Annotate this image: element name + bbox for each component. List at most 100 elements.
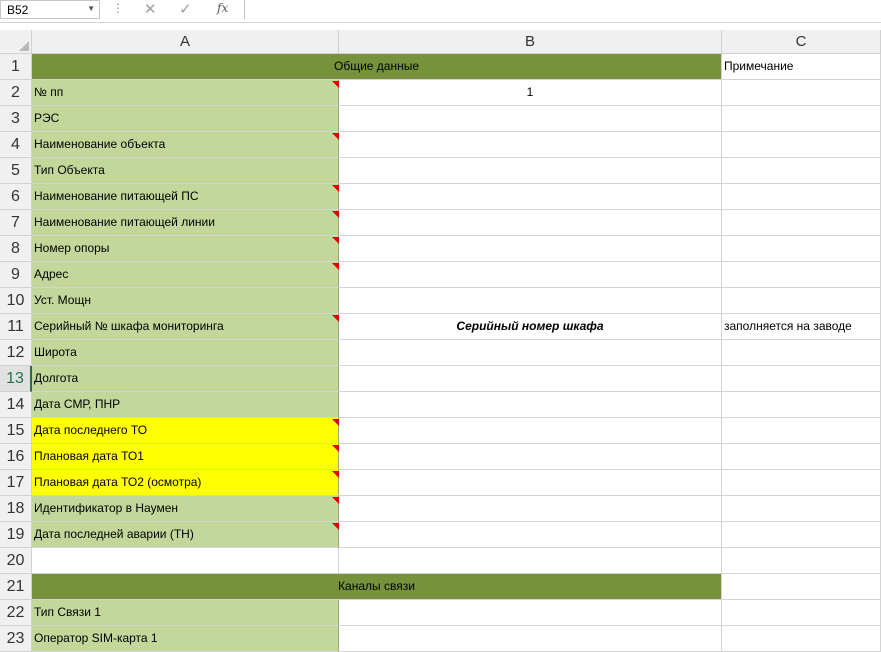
cell-b20[interactable] bbox=[339, 548, 722, 574]
cell-a23[interactable]: Оператор SIM-карта 1 bbox=[32, 626, 339, 652]
cell-c4[interactable] bbox=[722, 132, 881, 158]
row-header-15[interactable]: 15 bbox=[0, 418, 32, 444]
cell-c23[interactable] bbox=[722, 626, 881, 652]
row-header-7[interactable]: 7 bbox=[0, 210, 32, 236]
row-header-8[interactable]: 8 bbox=[0, 236, 32, 262]
cell-c8[interactable] bbox=[722, 236, 881, 262]
cell-c11[interactable]: заполняется на заводе bbox=[722, 314, 881, 340]
name-box[interactable]: B52 ▼ bbox=[0, 0, 100, 19]
cell-b12[interactable] bbox=[339, 340, 722, 366]
cell-b5[interactable] bbox=[339, 158, 722, 184]
cell-a8[interactable]: Номер опоры bbox=[32, 236, 339, 262]
cell-a18[interactable]: Идентификатор в Наумен bbox=[32, 496, 339, 522]
name-box-dropdown-icon[interactable]: ▼ bbox=[87, 4, 95, 13]
cell-c17[interactable] bbox=[722, 470, 881, 496]
cell-b17[interactable] bbox=[339, 470, 722, 496]
cell-c1[interactable]: Примечание bbox=[722, 54, 881, 80]
cell-b22[interactable] bbox=[339, 600, 722, 626]
row-header-3[interactable]: 3 bbox=[0, 106, 32, 132]
cell-c15[interactable] bbox=[722, 418, 881, 444]
merged-section-header[interactable]: Общие данные bbox=[32, 54, 722, 80]
row-header-11[interactable]: 11 bbox=[0, 314, 32, 340]
row-header-18[interactable]: 18 bbox=[0, 496, 32, 522]
column-header-a[interactable]: A bbox=[32, 30, 339, 54]
cell-b14[interactable] bbox=[339, 392, 722, 418]
row-header-14[interactable]: 14 bbox=[0, 392, 32, 418]
row-header-12[interactable]: 12 bbox=[0, 340, 32, 366]
select-all-corner[interactable] bbox=[0, 30, 32, 54]
cell-a15[interactable]: Дата последнего ТО bbox=[32, 418, 339, 444]
cell-c10[interactable] bbox=[722, 288, 881, 314]
cancel-icon[interactable]: ✕ bbox=[144, 0, 157, 18]
cell-b7[interactable] bbox=[339, 210, 722, 236]
cell-c6[interactable] bbox=[722, 184, 881, 210]
cell-c14[interactable] bbox=[722, 392, 881, 418]
cell-a5[interactable]: Тип Объекта bbox=[32, 158, 339, 184]
cell-b3[interactable] bbox=[339, 106, 722, 132]
cell-a6[interactable]: Наименование питающей ПС bbox=[32, 184, 339, 210]
cell-b18[interactable] bbox=[339, 496, 722, 522]
cell-a20[interactable] bbox=[32, 548, 339, 574]
cell-b8[interactable] bbox=[339, 236, 722, 262]
cell-b9[interactable] bbox=[339, 262, 722, 288]
cell-b2[interactable]: 1 bbox=[339, 80, 722, 106]
insert-function-button[interactable]: fx bbox=[217, 1, 228, 15]
cell-a17[interactable]: Плановая дата ТО2 (осмотра) bbox=[32, 470, 339, 496]
cell-a4[interactable]: Наименование объекта bbox=[32, 132, 339, 158]
cell-a10[interactable]: Уст. Мощн bbox=[32, 288, 339, 314]
row-header-1[interactable]: 1 bbox=[0, 54, 32, 80]
cell-b13[interactable] bbox=[339, 366, 722, 392]
cell-c16[interactable] bbox=[722, 444, 881, 470]
merged-section-header[interactable]: Каналы связи bbox=[32, 574, 722, 600]
cell-c2[interactable] bbox=[722, 80, 881, 106]
cell-c13[interactable] bbox=[722, 366, 881, 392]
row-header-4[interactable]: 4 bbox=[0, 132, 32, 158]
cell-a7[interactable]: Наименование питающей линии bbox=[32, 210, 339, 236]
cell-a22[interactable]: Тип Связи 1 bbox=[32, 600, 339, 626]
cell-a3[interactable]: РЭС bbox=[32, 106, 339, 132]
formula-input[interactable] bbox=[244, 0, 881, 19]
cell-b15[interactable] bbox=[339, 418, 722, 444]
cell-a12[interactable]: Широта bbox=[32, 340, 339, 366]
cell-a13[interactable]: Долгота bbox=[32, 366, 339, 392]
row-header-19[interactable]: 19 bbox=[0, 522, 32, 548]
cell-b4[interactable] bbox=[339, 132, 722, 158]
row-header-17[interactable]: 17 bbox=[0, 470, 32, 496]
cell-a14[interactable]: Дата СМР, ПНР bbox=[32, 392, 339, 418]
cell-b23[interactable] bbox=[339, 626, 722, 652]
row-header-20[interactable]: 20 bbox=[0, 548, 32, 574]
row-header-5[interactable]: 5 bbox=[0, 158, 32, 184]
column-header-b[interactable]: B bbox=[339, 30, 722, 54]
cell-c12[interactable] bbox=[722, 340, 881, 366]
enter-check-icon[interactable]: ✓ bbox=[179, 0, 192, 18]
cell-a2[interactable]: № пп bbox=[32, 80, 339, 106]
cell-c5[interactable] bbox=[722, 158, 881, 184]
row-header-6[interactable]: 6 bbox=[0, 184, 32, 210]
cell-a9[interactable]: Адрес bbox=[32, 262, 339, 288]
row-header-23[interactable]: 23 bbox=[0, 626, 32, 652]
cell-b6[interactable] bbox=[339, 184, 722, 210]
cell-b11[interactable]: Серийный номер шкафа bbox=[339, 314, 722, 340]
row-header-2[interactable]: 2 bbox=[0, 80, 32, 106]
column-header-c[interactable]: C bbox=[722, 30, 881, 54]
cell-c19[interactable] bbox=[722, 522, 881, 548]
row-header-10[interactable]: 10 bbox=[0, 288, 32, 314]
cell-a16[interactable]: Плановая дата ТО1 bbox=[32, 444, 339, 470]
row-header-22[interactable]: 22 bbox=[0, 600, 32, 626]
cell-b10[interactable] bbox=[339, 288, 722, 314]
row-header-21[interactable]: 21 bbox=[0, 574, 32, 600]
cell-c22[interactable] bbox=[722, 600, 881, 626]
cell-b16[interactable] bbox=[339, 444, 722, 470]
cell-c3[interactable] bbox=[722, 106, 881, 132]
cell-b19[interactable] bbox=[339, 522, 722, 548]
row-header-9[interactable]: 9 bbox=[0, 262, 32, 288]
cell-c21[interactable] bbox=[722, 574, 881, 600]
cell-c7[interactable] bbox=[722, 210, 881, 236]
cell-a11[interactable]: Серийный № шкафа мониторинга bbox=[32, 314, 339, 340]
cell-c20[interactable] bbox=[722, 548, 881, 574]
cell-c9[interactable] bbox=[722, 262, 881, 288]
row-header-16[interactable]: 16 bbox=[0, 444, 32, 470]
cell-a19[interactable]: Дата последней аварии (ТН) bbox=[32, 522, 339, 548]
cell-c18[interactable] bbox=[722, 496, 881, 522]
row-header-13[interactable]: 13 bbox=[0, 366, 32, 392]
